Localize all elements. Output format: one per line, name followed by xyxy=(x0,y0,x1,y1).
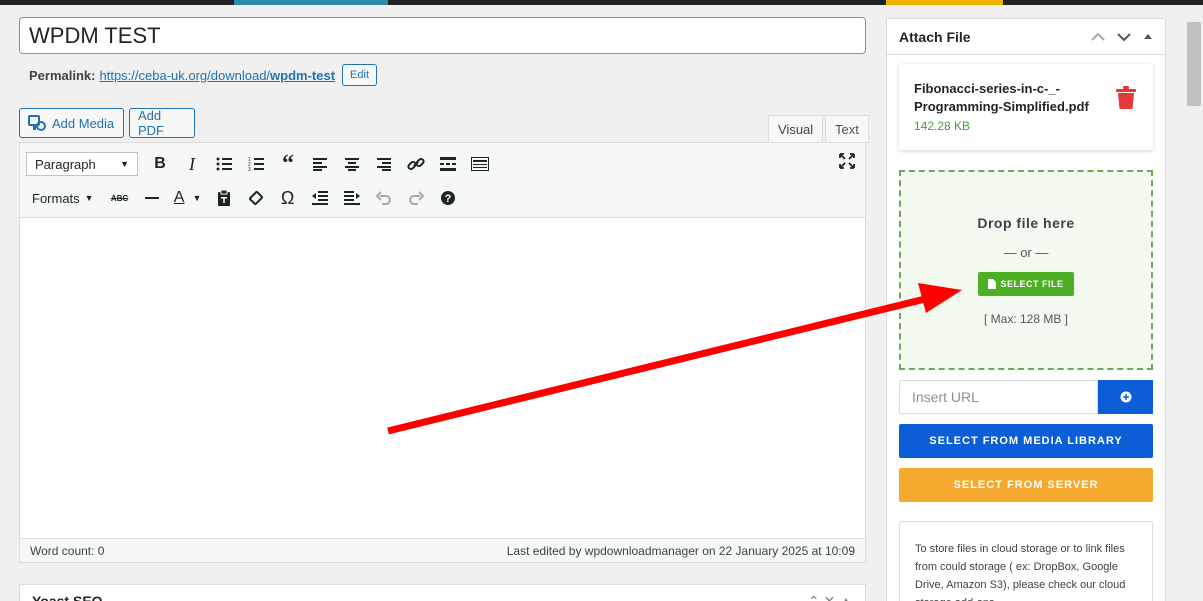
redo-icon[interactable] xyxy=(400,184,432,212)
chevron-down-icon: ▼ xyxy=(84,193,94,203)
align-right-icon[interactable] xyxy=(368,150,400,178)
drop-title: Drop file here xyxy=(977,215,1075,231)
tab-visual[interactable]: Visual xyxy=(768,115,824,143)
text-color-icon[interactable]: A ▼ xyxy=(168,184,208,212)
link-icon[interactable] xyxy=(400,150,432,178)
attach-file-header: Attach File xyxy=(887,19,1165,55)
attached-file-size: 142.28 KB xyxy=(914,119,971,133)
special-character-icon[interactable]: Ω xyxy=(272,184,304,212)
insert-url-input[interactable]: Insert URL xyxy=(899,380,1098,414)
add-media-button[interactable]: Add Media xyxy=(19,108,124,138)
strikethrough-icon[interactable]: ABC xyxy=(104,184,136,212)
permalink-base: https://ceba-uk.org/download/ xyxy=(99,67,271,83)
editor-toolbar: Paragraph ▼ B I 123 “ Formats ▼ ABC A ▼ Ω xyxy=(20,143,865,218)
add-pdf-label: Add PDF xyxy=(138,108,164,138)
chevron-up-icon[interactable] xyxy=(1091,32,1105,42)
align-center-icon[interactable] xyxy=(336,150,368,178)
post-title-input[interactable]: WPDM TEST xyxy=(19,17,866,54)
formats-dropdown[interactable]: Formats ▼ xyxy=(26,191,100,206)
select-file-label: SELECT FILE xyxy=(1000,279,1064,289)
box-controls xyxy=(1091,32,1153,42)
fullscreen-icon[interactable] xyxy=(839,153,855,174)
plus-circle-icon xyxy=(1120,391,1131,403)
permalink-link[interactable]: https://ceba-uk.org/download/wpdm-test xyxy=(99,68,335,83)
numbered-list-icon[interactable]: 123 xyxy=(240,150,272,178)
undo-icon[interactable] xyxy=(368,184,400,212)
clear-formatting-icon[interactable] xyxy=(240,184,272,212)
select-from-media-library-button[interactable]: SELECT FROM MEDIA LIBRARY xyxy=(899,424,1153,458)
read-more-icon[interactable] xyxy=(432,150,464,178)
blockquote-icon[interactable]: “ xyxy=(272,150,304,178)
svg-text:?: ? xyxy=(444,193,451,205)
file-drop-zone[interactable]: Drop file here — or — SELECT FILE [ Max:… xyxy=(899,170,1153,370)
editor-status-bar: Word count: 0 Last edited by wpdownloadm… xyxy=(20,538,865,562)
help-icon[interactable]: ? xyxy=(432,184,464,212)
page-scrollbar[interactable] xyxy=(1185,18,1203,601)
top-bar-segment xyxy=(234,0,388,5)
scrollbar-thumb[interactable] xyxy=(1187,22,1201,106)
svg-text:3: 3 xyxy=(248,167,251,171)
file-icon xyxy=(988,279,997,289)
cloud-storage-note: To store files in cloud storage or to li… xyxy=(899,521,1153,601)
last-edited: Last edited by wpdownloadmanager on 22 J… xyxy=(506,543,855,558)
add-media-label: Add Media xyxy=(52,115,115,131)
admin-top-bar xyxy=(0,0,1203,5)
attached-file-name: Fibonacci-series-in-c-_-Programming-Simp… xyxy=(914,81,1089,114)
collapse-icon[interactable] xyxy=(1143,32,1153,42)
top-bar-segment xyxy=(886,0,1003,5)
chevron-down-icon[interactable] xyxy=(1117,32,1131,42)
bold-icon[interactable]: B xyxy=(144,150,176,178)
select-file-button[interactable]: SELECT FILE xyxy=(978,272,1074,296)
paragraph-format-value: Paragraph xyxy=(35,156,96,172)
permalink-label: Permalink: xyxy=(29,67,96,83)
insert-url-row: Insert URL xyxy=(899,380,1153,414)
yoast-box-controls[interactable]: ⌃ ✕ ▲ xyxy=(808,593,853,601)
formats-label: Formats xyxy=(32,190,80,206)
attach-file-title: Attach File xyxy=(899,28,971,45)
toolbar-toggle-icon[interactable] xyxy=(464,150,496,178)
yoast-seo-box[interactable]: Yoast SEO ⌃ ✕ ▲ xyxy=(19,584,866,601)
trash-icon[interactable] xyxy=(1115,86,1137,110)
align-left-icon[interactable] xyxy=(304,150,336,178)
horizontal-rule-icon[interactable] xyxy=(136,184,168,212)
drop-or: — or — xyxy=(1003,245,1049,260)
indent-icon[interactable] xyxy=(336,184,368,212)
outdent-icon[interactable] xyxy=(304,184,336,212)
paste-text-icon[interactable] xyxy=(208,184,240,212)
chevron-down-icon: ▼ xyxy=(120,159,129,169)
paragraph-format-select[interactable]: Paragraph ▼ xyxy=(26,152,138,176)
toolbar-row-1: Paragraph ▼ B I 123 “ xyxy=(26,149,496,179)
permalink-edit-button[interactable]: Edit xyxy=(342,64,378,86)
word-count: Word count: 0 xyxy=(30,543,105,558)
media-icon xyxy=(28,115,46,131)
select-from-server-button[interactable]: SELECT FROM SERVER xyxy=(899,468,1153,502)
attached-file-card: Fibonacci-series-in-c-_-Programming-Simp… xyxy=(899,64,1153,150)
insert-url-button[interactable] xyxy=(1098,380,1153,414)
add-pdf-button[interactable]: Add PDF xyxy=(129,108,195,138)
tab-text[interactable]: Text xyxy=(825,115,869,143)
permalink-slug: wpdm-test xyxy=(270,67,336,83)
attach-file-box: Attach File Fibonacci-series-in-c-_-Prog… xyxy=(886,18,1166,601)
toolbar-row-2: Formats ▼ ABC A ▼ Ω ? xyxy=(26,183,464,213)
permalink-row: Permalink: https://ceba-uk.org/download/… xyxy=(29,62,378,88)
italic-icon[interactable]: I xyxy=(176,150,208,178)
max-size-text: [ Max: 128 MB ] xyxy=(983,312,1069,326)
content-editor[interactable]: Paragraph ▼ B I 123 “ Formats ▼ ABC A ▼ Ω xyxy=(19,142,866,563)
bullet-list-icon[interactable] xyxy=(208,150,240,178)
yoast-seo-title: Yoast SEO xyxy=(32,593,103,601)
